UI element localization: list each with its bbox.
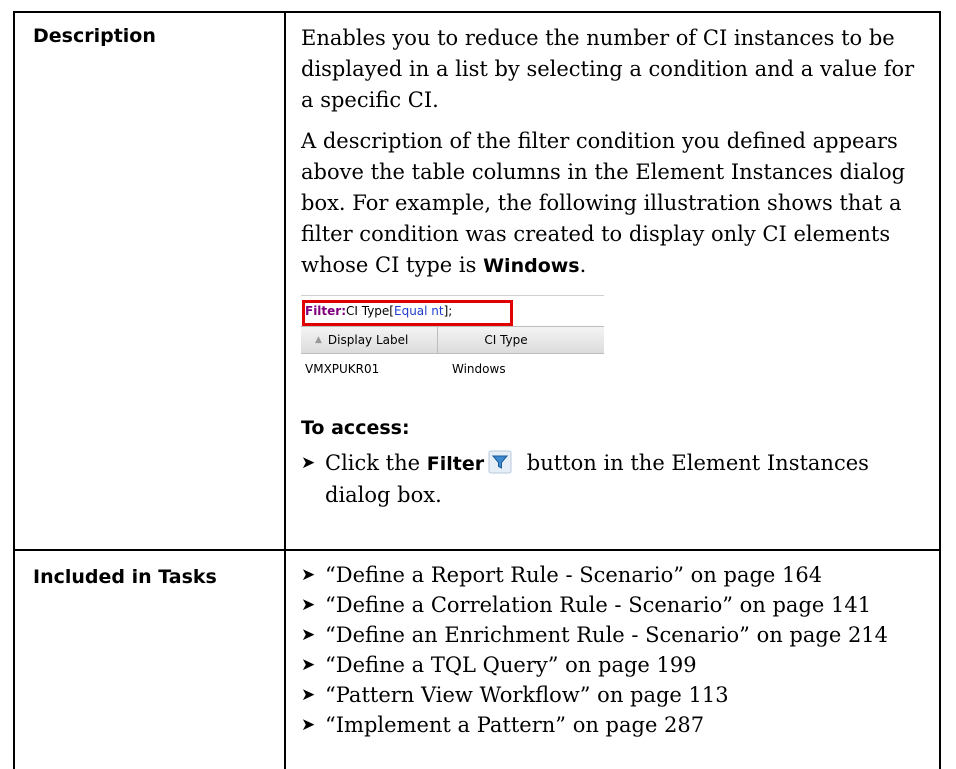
description-label: Description bbox=[33, 25, 156, 47]
info-table: Description Enables you to reduce the nu… bbox=[13, 11, 941, 769]
task-link-implement-pattern[interactable]: ➤ “Implement a Pattern” on page 287 bbox=[301, 710, 931, 740]
access-instruction: ➤ Click the Filter button in the Element… bbox=[301, 448, 931, 511]
description-content: Enables you to reduce the number of CI i… bbox=[301, 23, 931, 511]
column-header-ci-type[interactable]: CI Type bbox=[438, 327, 604, 353]
description-para-1: Enables you to reduce the number of CI i… bbox=[301, 26, 915, 112]
arrowhead-bullet-icon: ➤ bbox=[301, 684, 316, 705]
task-link-pattern-view[interactable]: ➤ “Pattern View Workflow” on page 113 bbox=[301, 680, 931, 710]
task-link-report-rule[interactable]: ➤ “Define a Report Rule - Scenario” on pa… bbox=[301, 560, 931, 590]
arrowhead-bullet-icon: ➤ bbox=[301, 654, 316, 675]
tasks-list: ➤ “Define a Report Rule - Scenario” on pa… bbox=[301, 560, 931, 740]
description-para-2: A description of the filter condition yo… bbox=[301, 129, 906, 277]
column-header-display-label[interactable]: ▲ Display Label bbox=[301, 327, 438, 353]
arrowhead-bullet-icon: ➤ bbox=[301, 564, 316, 585]
row-divider bbox=[15, 549, 939, 551]
task-link-correlation-rule[interactable]: ➤ “Define a Correlation Rule - Scenario” … bbox=[301, 590, 931, 620]
tasks-label: Included in Tasks bbox=[33, 566, 217, 588]
funnel-filter-icon bbox=[488, 450, 512, 474]
arrowhead-bullet-icon: ➤ bbox=[301, 714, 316, 735]
cell-display-label: VMXPUKR01 bbox=[305, 361, 380, 376]
task-link-enrichment-rule[interactable]: ➤ “Define an Enrichment Rule - Scenario” … bbox=[301, 620, 931, 650]
sort-ascending-icon: ▲ bbox=[315, 334, 322, 345]
cell-ci-type: Windows bbox=[452, 361, 506, 376]
column-divider bbox=[284, 13, 286, 769]
filter-highlight-box bbox=[302, 300, 513, 326]
table-row[interactable]: VMXPUKR01 Windows bbox=[301, 354, 604, 384]
arrowhead-bullet-icon: ➤ bbox=[301, 624, 316, 645]
table-header: ▲ Display Label CI Type bbox=[301, 326, 604, 354]
filter-illustration: Filter: CI Type[Equal nt]; ▲ Display Labe… bbox=[301, 295, 604, 403]
arrowhead-bullet-icon: ➤ bbox=[301, 594, 316, 615]
task-link-tql-query[interactable]: ➤ “Define a TQL Query” on page 199 bbox=[301, 650, 931, 680]
arrowhead-bullet-icon: ➤ bbox=[301, 453, 316, 473]
to-access-heading: To access: bbox=[301, 417, 410, 439]
